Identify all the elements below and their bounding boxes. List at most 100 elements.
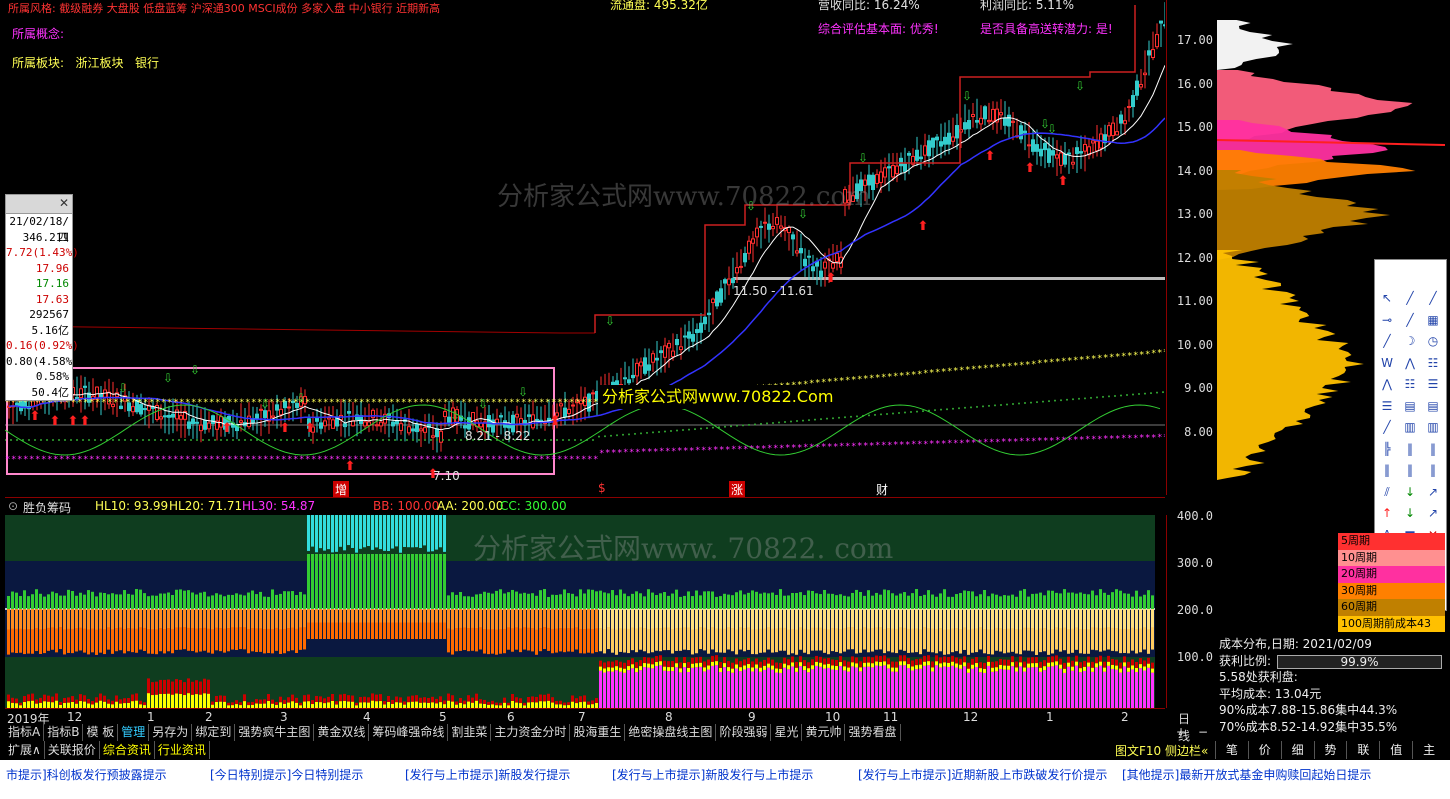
news-ticker[interactable]: 市提示]科创板发行预披露提示 [今日特别提示]今日特别提示 [发行与上市提示]新股发… [0, 760, 1450, 788]
draw-tool-icon[interactable]: ↗ [1423, 503, 1443, 523]
right-panel-tab[interactable]: 细 [1280, 741, 1314, 759]
close-icon[interactable]: ✕ [59, 196, 69, 210]
svg-text:*: * [419, 398, 424, 408]
bottom-tab[interactable]: 扩展∧ [5, 741, 45, 759]
formula-tab[interactable]: 股海重生 [570, 724, 626, 741]
formula-tab[interactable]: 强势看盘 [845, 724, 901, 741]
draw-tool-icon[interactable]: ↓ [1400, 503, 1420, 523]
right-panel-tabs[interactable]: 笔价细势联值主 [1215, 741, 1445, 759]
range-label-2: 8.21 - 8.22 [465, 429, 531, 443]
tabs-plus-button[interactable]: + [1173, 724, 1189, 741]
formula-tab[interactable]: 另存为 [149, 724, 193, 741]
draw-tool-icon[interactable]: ▤ [1400, 396, 1420, 416]
svg-text:*: * [863, 441, 868, 451]
draw-tool-icon[interactable]: ⊸ [1377, 310, 1397, 330]
formula-tab[interactable]: 割韭菜 [448, 724, 492, 741]
draw-tool-icon[interactable]: ╱ [1377, 331, 1397, 351]
candlestick-canvas[interactable]: ****************************************… [4, 0, 1168, 495]
draw-tool-icon[interactable]: ↗ [1423, 482, 1443, 502]
bottom-tab[interactable]: 综合资讯 [100, 741, 155, 759]
draw-tool-icon[interactable]: ↑ [1377, 503, 1397, 523]
draw-tool-icon[interactable]: ‖ [1423, 439, 1443, 459]
right-panel-tab[interactable]: 价 [1247, 741, 1281, 759]
bottom-tab[interactable]: 关联报价 [45, 741, 100, 759]
draw-tool-icon[interactable]: ╱ [1377, 417, 1397, 437]
draw-tool-icon[interactable]: ╠ [1377, 439, 1397, 459]
sidebar-link[interactable]: 侧边栏« [1165, 744, 1208, 758]
draw-tool-icon[interactable]: ⫽ [1377, 482, 1397, 502]
sector-bank[interactable]: 银行 [135, 56, 159, 70]
svg-text:*: * [425, 398, 430, 408]
price-axis[interactable]: 17.00 16.00 15.00 14.00 13.00 12.00 11.00 10.00… [1166, 0, 1217, 495]
draw-tool-icon[interactable]: ▤ [1423, 396, 1443, 416]
time-axis[interactable]: 日线 2019年 12 1 2 3 4 5 6 7 8 9 10 11 12 1 2 [5, 708, 1190, 743]
svg-text:*: * [1001, 438, 1006, 448]
formula-tab[interactable]: 强势疯牛主图 [235, 724, 315, 741]
draw-tool-icon[interactable]: ╱ [1400, 288, 1420, 308]
draw-tool-icon[interactable]: ↖ [1377, 288, 1397, 308]
sector-zhejiang[interactable]: 浙江板块 [76, 56, 124, 70]
svg-text:*: * [977, 364, 982, 374]
cost-line-1: 5.58处获利盘: [1219, 670, 1298, 684]
draw-tool-icon[interactable]: ☷ [1423, 353, 1443, 373]
formula-tab[interactable]: 模 板 [83, 724, 119, 741]
svg-text:*: * [221, 398, 226, 408]
right-panel-tab[interactable]: 主 [1412, 741, 1445, 759]
ticker-item[interactable]: [发行与上市提示]近期新股上市跌破发行价提示 [858, 766, 1107, 783]
svg-text:*: * [1031, 437, 1036, 447]
formula-tab[interactable]: 绝密操盘线主图 [625, 724, 717, 741]
formula-tab[interactable]: 指标B [44, 724, 84, 741]
svg-text:*: * [1139, 350, 1144, 360]
draw-tool-icon[interactable]: ▥ [1423, 417, 1443, 437]
formula-tab[interactable]: 筹码峰强命线 [369, 724, 449, 741]
ticker-item[interactable]: [发行与上市提示]新股发行提示 [405, 766, 570, 783]
tooltip-titlebar[interactable]: ✕ [6, 195, 72, 214]
draw-tool-icon[interactable]: ☰ [1423, 374, 1443, 394]
right-panel-tab[interactable]: 势 [1313, 741, 1347, 759]
svg-text:*: * [917, 440, 922, 450]
formula-tab[interactable]: 黄元帅 [802, 724, 846, 741]
bottom-tabs[interactable]: 扩展∧ 关联报价 综合资讯 行业资讯 [5, 741, 425, 759]
right-panel-tab[interactable]: 值 [1379, 741, 1412, 759]
formula-tab[interactable]: 主力资金分时 [491, 724, 571, 741]
formula-tab[interactable]: 星光 [771, 724, 803, 741]
formula-tab[interactable]: 指标A [5, 724, 45, 741]
right-panel-tab[interactable]: 联 [1346, 741, 1379, 759]
draw-tool-icon[interactable]: ⋀ [1377, 374, 1397, 394]
svg-text:*: * [941, 368, 946, 378]
formula-tab[interactable]: 绑定到 [192, 724, 236, 741]
indicator-toggle-icon[interactable]: ⊙ [8, 499, 18, 513]
draw-tool-icon[interactable]: ☷ [1400, 374, 1420, 394]
draw-tool-icon[interactable]: ▦ [1423, 310, 1443, 330]
tabs-minus-button[interactable]: − [1195, 724, 1211, 741]
ticker-item[interactable]: [发行与上市提示]新股发行与上市提示 [612, 766, 813, 783]
indicator-name[interactable]: 胜负筹码 [23, 499, 71, 516]
draw-tool-icon[interactable]: ⋀ [1400, 353, 1420, 373]
svg-text:*: * [1025, 437, 1030, 447]
draw-tool-icon[interactable]: ‖ [1377, 460, 1397, 480]
draw-tool-icon[interactable]: ‖ [1423, 460, 1443, 480]
ticker-item[interactable]: 市提示]科创板发行预披露提示 [6, 766, 167, 783]
draw-tool-icon[interactable]: ☰ [1377, 396, 1397, 416]
draw-tool-icon[interactable]: ‖ [1400, 460, 1420, 480]
main-price-chart[interactable]: * * * * * * * * * * * * * * * * * * * * * * * * * * * * * * * * * * * * * * * *… [4, 0, 1168, 495]
f10-link[interactable]: 图文F10 [1115, 744, 1161, 758]
ticker-item[interactable]: [今日特别提示]今日特别提示 [210, 766, 363, 783]
draw-tool-icon[interactable]: ╱ [1423, 288, 1443, 308]
quote-tooltip[interactable]: ✕ 21/02/18/四 346.211 7.72(1.43%) 17.96 17.1… [5, 194, 79, 401]
draw-tool-icon[interactable]: ╱ [1400, 310, 1420, 330]
draw-tool-icon[interactable]: W [1377, 353, 1397, 373]
svg-text:*: * [923, 440, 928, 450]
bottom-tab[interactable]: 行业资讯 [155, 741, 210, 759]
ticker-item[interactable]: [其他提示]最新开放式基金申购赎回起始日提示 [1122, 766, 1371, 783]
draw-tool-icon[interactable]: ☽ [1400, 331, 1420, 351]
draw-tool-icon[interactable]: ‖ [1400, 439, 1420, 459]
formula-tab[interactable]: 黄金双线 [314, 724, 370, 741]
draw-tool-icon[interactable]: ↓ [1400, 482, 1420, 502]
formula-tabs[interactable]: 指标A 指标B 模 板管理 另存为 绑定到 强势疯牛主图 黄金双线 筹码峰强命线 割韭菜 主力资金… [5, 724, 1208, 741]
draw-tool-icon[interactable]: ▥ [1400, 417, 1420, 437]
formula-tab[interactable]: 阶段强弱 [716, 724, 772, 741]
formula-tab[interactable]: 管理 [118, 724, 150, 741]
draw-tool-icon[interactable]: ◷ [1423, 331, 1443, 351]
right-panel-tab[interactable]: 笔 [1215, 741, 1248, 759]
